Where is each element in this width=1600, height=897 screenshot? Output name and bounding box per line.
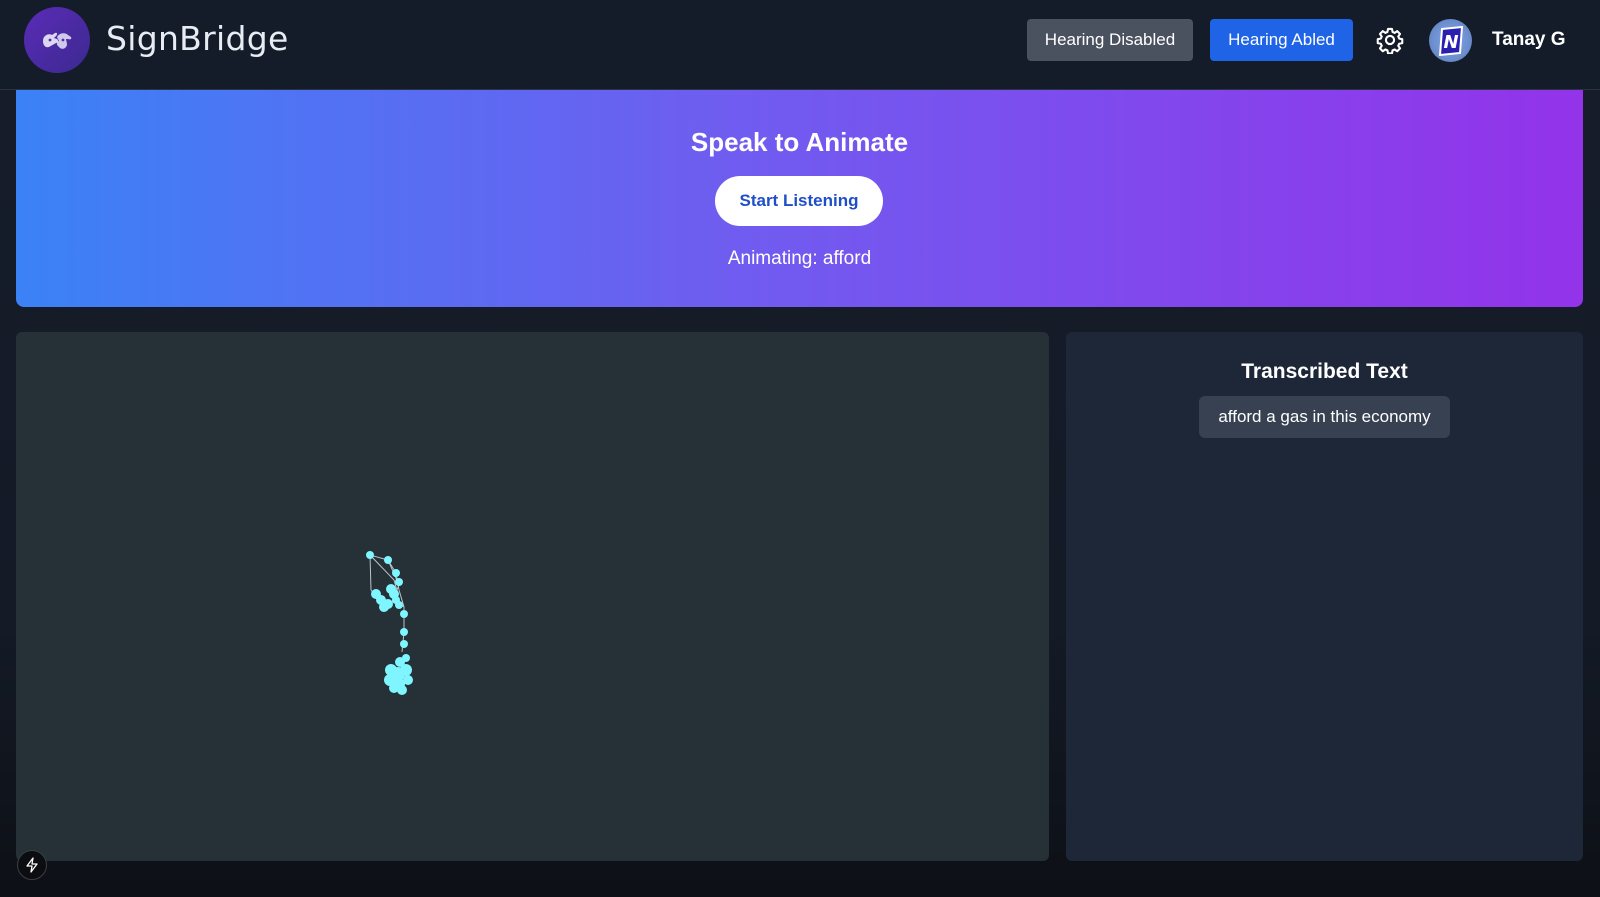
sign-hands-icon [43, 32, 72, 49]
lightning-bolt-icon [26, 857, 38, 873]
transcript-text: afford a gas in this economy [1199, 396, 1450, 438]
user-name[interactable]: Tanay G [1492, 29, 1566, 51]
start-listening-button[interactable]: Start Listening [715, 176, 883, 226]
avatar-letter: N [1443, 32, 1458, 53]
app-title: SignBridge [106, 19, 289, 58]
banner-title: Speak to Animate [690, 127, 909, 157]
hearing-abled-button[interactable]: Hearing Abled [1210, 19, 1353, 61]
hand-skeleton-figure [366, 551, 413, 695]
app-header: SignBridge Hearing Disabled Hearing Able… [0, 0, 1600, 90]
avatar-logo-icon: N [1438, 25, 1463, 56]
transcript-panel: Transcribed Text afford a gas in this ec… [1066, 332, 1583, 861]
transcript-title: Transcribed Text [1241, 360, 1408, 383]
animating-status: Animating: afford [727, 248, 872, 269]
hearing-disabled-button[interactable]: Hearing Disabled [1027, 19, 1193, 61]
dev-tools-button[interactable] [17, 850, 47, 880]
app-logo[interactable] [24, 7, 90, 73]
speak-banner: Speak to Animate Start Listening Animati… [16, 90, 1583, 307]
skeleton-joints [366, 551, 413, 695]
gear-icon[interactable] [1376, 26, 1404, 54]
sign-animation-canvas [16, 332, 1049, 861]
avatar[interactable]: N [1429, 19, 1472, 62]
